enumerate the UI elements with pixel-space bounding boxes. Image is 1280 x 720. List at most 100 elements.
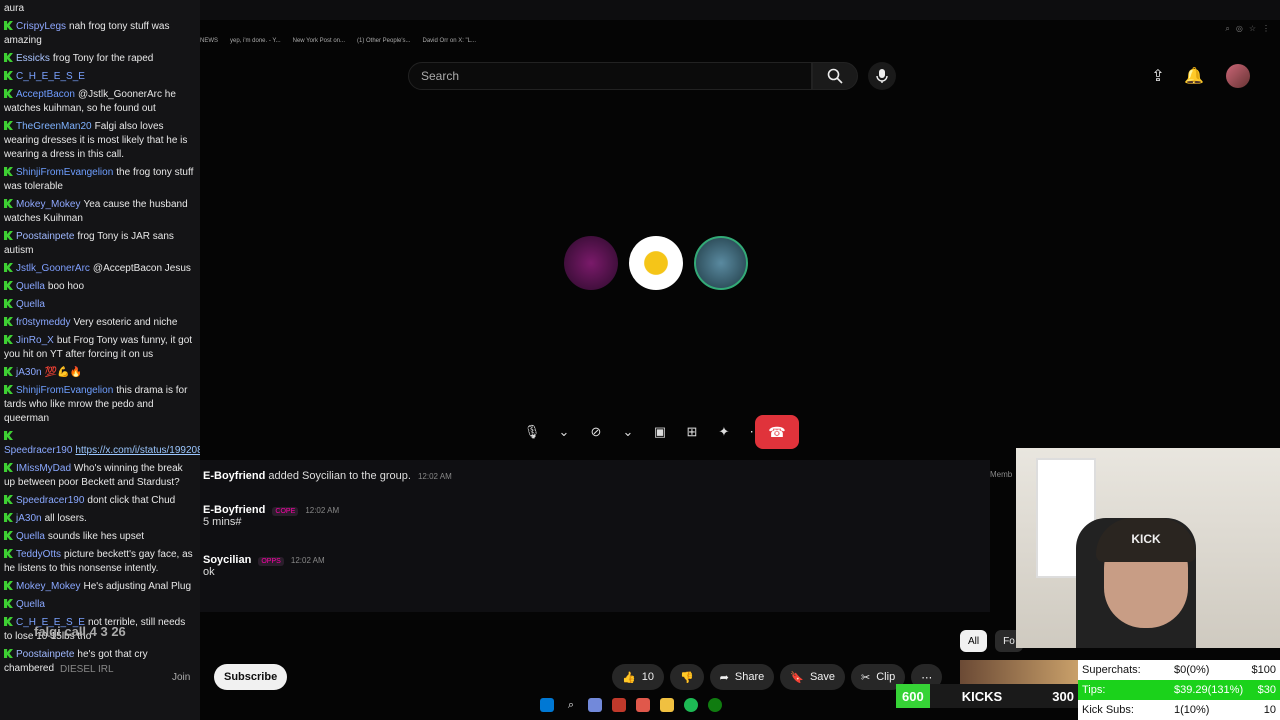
- save-button[interactable]: 🔖 Save: [780, 664, 846, 690]
- search-placeholder: Search: [421, 69, 460, 83]
- bookmark-icon: 🔖: [790, 671, 804, 684]
- zoom-icon[interactable]: ⌕: [1225, 24, 1229, 34]
- discord-chat-panel: E-Boyfriend added Soycilian to the group…: [200, 460, 990, 612]
- chat-username[interactable]: Essicks: [16, 53, 50, 64]
- kick-badge-icon: [4, 463, 13, 472]
- hang-up-button[interactable]: ☎: [755, 415, 799, 449]
- chat-username[interactable]: Quella: [16, 281, 45, 292]
- chat-username[interactable]: ShinjiFromEvangelion: [16, 385, 113, 396]
- menu-icon[interactable]: ⋮: [1262, 24, 1270, 34]
- chat-username[interactable]: AcceptBacon: [16, 89, 75, 100]
- phone-hangup-icon: ☎: [768, 423, 786, 440]
- chat-link[interactable]: https://x.com/i/status/19920872213700243…: [75, 445, 200, 456]
- chat-message: ShinjiFromEvangelion the frog tony stuff …: [4, 166, 196, 194]
- save-label: Save: [809, 671, 836, 683]
- chat-username[interactable]: Mokey_Mokey: [16, 581, 80, 592]
- chat-username[interactable]: Speedracer190: [4, 445, 72, 456]
- chat-username[interactable]: Poostainpete: [16, 649, 74, 660]
- screen-share-icon[interactable]: ▣: [646, 418, 674, 446]
- subscribe-button[interactable]: Subscribe: [214, 664, 288, 690]
- chat-username[interactable]: Jstlk_GoonerArc: [16, 263, 90, 274]
- upload-icon[interactable]: ⇪: [1148, 66, 1168, 86]
- scissors-icon: ✂: [861, 671, 871, 684]
- kick-badge-icon: [4, 263, 13, 272]
- spotify-app-icon[interactable]: [684, 698, 698, 712]
- file-explorer-icon[interactable]: [660, 698, 674, 712]
- account-avatar[interactable]: [1226, 64, 1250, 88]
- chat-username[interactable]: Mokey_Mokey: [16, 199, 80, 210]
- discord-system-message: E-Boyfriend added Soycilian to the group…: [203, 470, 452, 482]
- bookmark-item[interactable]: NEWS: [200, 38, 218, 52]
- channel-subtitle: DIESEL IRL: [60, 664, 114, 675]
- bookmark-item[interactable]: David Orr on X: "L...: [423, 38, 476, 52]
- chat-username[interactable]: C_H_E_E_S_E: [16, 71, 85, 82]
- chat-username[interactable]: Quella: [16, 531, 45, 542]
- goal-label: Kick Subs:: [1082, 704, 1134, 716]
- search-icon[interactable]: ⌕: [564, 698, 578, 712]
- chat-message: jA30n 💯💪🔥: [4, 366, 196, 380]
- chat-text: boo hoo: [47, 281, 85, 292]
- chat-message: Speedracer190 dont click that Chud: [4, 494, 196, 508]
- goal-target: $100: [1251, 664, 1276, 676]
- kick-badge-icon: [4, 167, 13, 176]
- windows-start-icon[interactable]: [540, 698, 554, 712]
- chat-username[interactable]: TheGreenMan20: [16, 121, 92, 132]
- chat-text: sounds like hes upset: [47, 531, 145, 542]
- chat-message: Mokey_Mokey He's adjusting Anal Plug: [4, 580, 196, 594]
- soundboard-icon[interactable]: ✦: [710, 418, 738, 446]
- search-button[interactable]: [812, 62, 858, 90]
- goal-label: Superchats:: [1082, 664, 1141, 676]
- members-label: Memb: [990, 470, 1013, 479]
- filter-chips: All Fo: [960, 630, 1023, 652]
- clip-label: Clip: [876, 671, 896, 683]
- tips-row: Tips: $39.29(131%) $30: [1078, 680, 1280, 700]
- bookmark-item[interactable]: yep, i'm done. - Y...: [230, 38, 281, 52]
- chat-username[interactable]: Speedracer190: [16, 495, 84, 506]
- chrome-app-icon[interactable]: [636, 698, 650, 712]
- call-participant-avatar: [629, 236, 683, 290]
- chat-message: Quella: [4, 298, 196, 312]
- chip-all[interactable]: All: [960, 630, 988, 652]
- search-input[interactable]: Search: [408, 62, 812, 90]
- extension-icon[interactable]: ◎: [1236, 24, 1243, 34]
- join-button[interactable]: Join: [172, 664, 190, 690]
- star-icon[interactable]: ☆: [1249, 24, 1256, 34]
- chevron-down-icon[interactable]: ⌄: [550, 418, 578, 446]
- goal-label: Tips:: [1082, 684, 1106, 696]
- bookmark-item[interactable]: (1) Other People's...: [357, 38, 411, 52]
- message-text: added Soycilian to the group.: [268, 470, 411, 482]
- kick-badge-icon: [4, 549, 13, 558]
- obs-app-icon[interactable]: [612, 698, 626, 712]
- chat-username[interactable]: Poostainpete: [16, 231, 74, 242]
- share-button[interactable]: ➦ Share: [709, 664, 775, 690]
- chat-message: AcceptBacon @Jstlk_GoonerArc he watches k…: [4, 88, 196, 116]
- chat-username[interactable]: JinRo_X: [16, 335, 54, 346]
- chat-username[interactable]: TeddyOtts: [16, 549, 61, 560]
- chat-username[interactable]: jA30n: [16, 367, 42, 378]
- dislike-button[interactable]: 👎: [669, 664, 704, 690]
- message-author: E-Boyfriend: [203, 504, 266, 516]
- chat-username[interactable]: jA30n: [16, 513, 42, 524]
- goal-target: 10: [1263, 704, 1276, 716]
- chat-username[interactable]: Quella: [16, 599, 45, 610]
- chat-message: Quella: [4, 598, 196, 612]
- chat-username[interactable]: CrispyLegs: [16, 21, 66, 32]
- bookmark-item[interactable]: New York Post on...: [293, 38, 345, 52]
- voice-search-button[interactable]: [868, 62, 896, 90]
- mute-microphone-icon[interactable]: 🎙: [518, 418, 546, 446]
- thumbs-up-icon: 👍: [622, 671, 636, 684]
- notifications-bell-icon[interactable]: 🔔: [1184, 66, 1204, 86]
- like-button[interactable]: 👍 10: [612, 664, 664, 690]
- webcam-feed: KICK: [1016, 448, 1280, 648]
- camera-off-icon[interactable]: ⊘: [582, 418, 610, 446]
- xbox-app-icon[interactable]: [708, 698, 722, 712]
- chat-username[interactable]: Quella: [16, 299, 45, 310]
- share-label: Share: [734, 671, 765, 683]
- chevron-down-icon[interactable]: ⌄: [614, 418, 642, 446]
- message-author: Soycilian: [203, 554, 252, 566]
- discord-app-icon[interactable]: [588, 698, 602, 712]
- chat-username[interactable]: ShinjiFromEvangelion: [16, 167, 113, 178]
- chat-username[interactable]: fr0stymeddy: [16, 317, 70, 328]
- chat-username[interactable]: IMissMyDad: [16, 463, 71, 474]
- activities-icon[interactable]: ⊞: [678, 418, 706, 446]
